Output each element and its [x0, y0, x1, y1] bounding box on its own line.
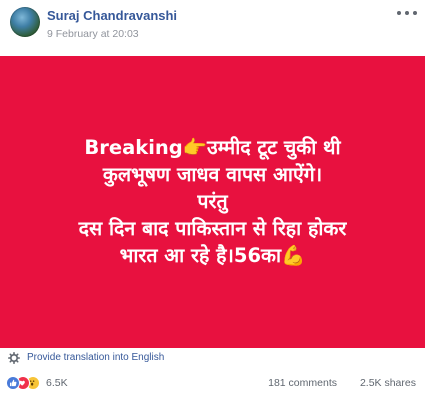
engagement-bar: 6.5K 181 comments 2.5K shares [0, 374, 425, 392]
gear-icon [8, 352, 20, 364]
translate-link[interactable]: Provide translation into English [27, 352, 164, 363]
comments-count[interactable]: 181 comments [268, 377, 337, 389]
more-options-button[interactable] [397, 6, 417, 20]
post-text-line: कुलभूषण जाधव वापस आऐंगे। [102, 162, 323, 186]
avatar[interactable] [10, 7, 40, 37]
author-name[interactable]: Suraj Chandravanshi [47, 8, 177, 23]
post-text-line: दस दिन बाद पाकिस्तान से रिहा होकर [78, 216, 347, 240]
post-header: Suraj Chandravanshi 9 February at 20:03 [0, 0, 425, 56]
post-text-banner: Breaking👉उम्मीद टूट चुकी थी कुलभूषण जाधव… [0, 56, 425, 348]
reaction-count[interactable]: 6.5K [46, 377, 68, 389]
more-dot-icon [397, 11, 401, 15]
more-dot-icon [413, 11, 417, 15]
post-text-line: परंतु [197, 189, 228, 213]
post-text-line: भारत आ रहे है।56का💪 [119, 243, 306, 267]
translation-row: Provide translation into English [0, 351, 425, 367]
shares-count[interactable]: 2.5K shares [360, 377, 416, 389]
like-icon[interactable] [6, 376, 20, 390]
post-text-line: Breaking👉उम्मीद टूट चुकी थी [84, 135, 341, 159]
more-dot-icon [405, 11, 409, 15]
post-text: Breaking👉उम्मीद टूट चुकी थी कुलभूषण जाधव… [13, 134, 413, 269]
post-timestamp[interactable]: 9 February at 20:03 [47, 28, 139, 40]
